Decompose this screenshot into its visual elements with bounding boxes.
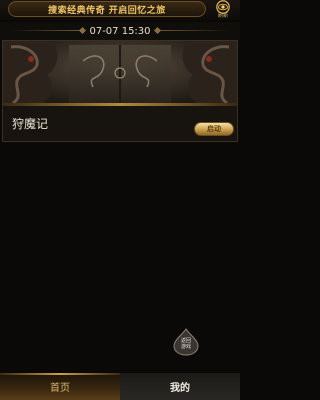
banner-gold-border bbox=[3, 103, 237, 106]
launch-button-label: 启动 bbox=[207, 125, 221, 133]
divider-left bbox=[10, 30, 80, 31]
divider-right bbox=[160, 30, 230, 31]
top-bar: 搜索经典传奇 开启回忆之旅 刷新 bbox=[0, 0, 240, 20]
game-title: 狩魔记 bbox=[12, 117, 49, 131]
tab-mine-label: 我的 bbox=[170, 383, 190, 394]
refresh-eye-icon bbox=[216, 0, 230, 14]
return-to-game-button[interactable]: 返回 游戏 bbox=[171, 328, 201, 356]
launch-button[interactable]: 启动 bbox=[194, 122, 234, 136]
divider-ornament-left bbox=[78, 26, 87, 35]
refresh-label: 刷新 bbox=[217, 13, 228, 19]
tab-home[interactable]: 首页 bbox=[0, 373, 120, 400]
search-banner[interactable]: 搜索经典传奇 开启回忆之旅 bbox=[8, 1, 206, 17]
tab-home-label: 首页 bbox=[50, 383, 70, 394]
bottom-nav: 首页 我的 bbox=[0, 373, 240, 400]
date-time: 07-07 15:30 bbox=[89, 25, 151, 37]
return-to-game-label: 返回 游戏 bbox=[171, 338, 201, 350]
tab-mine[interactable]: 我的 bbox=[120, 373, 240, 400]
date-strip: 07-07 15:30 bbox=[0, 22, 240, 40]
return-label-line2: 游戏 bbox=[180, 344, 191, 350]
refresh-button[interactable]: 刷新 bbox=[211, 0, 235, 22]
game-card[interactable]: 狩魔记 启动 bbox=[2, 40, 238, 142]
game-banner-image bbox=[3, 41, 237, 105]
search-banner-text: 搜索经典传奇 开启回忆之旅 bbox=[48, 5, 166, 16]
